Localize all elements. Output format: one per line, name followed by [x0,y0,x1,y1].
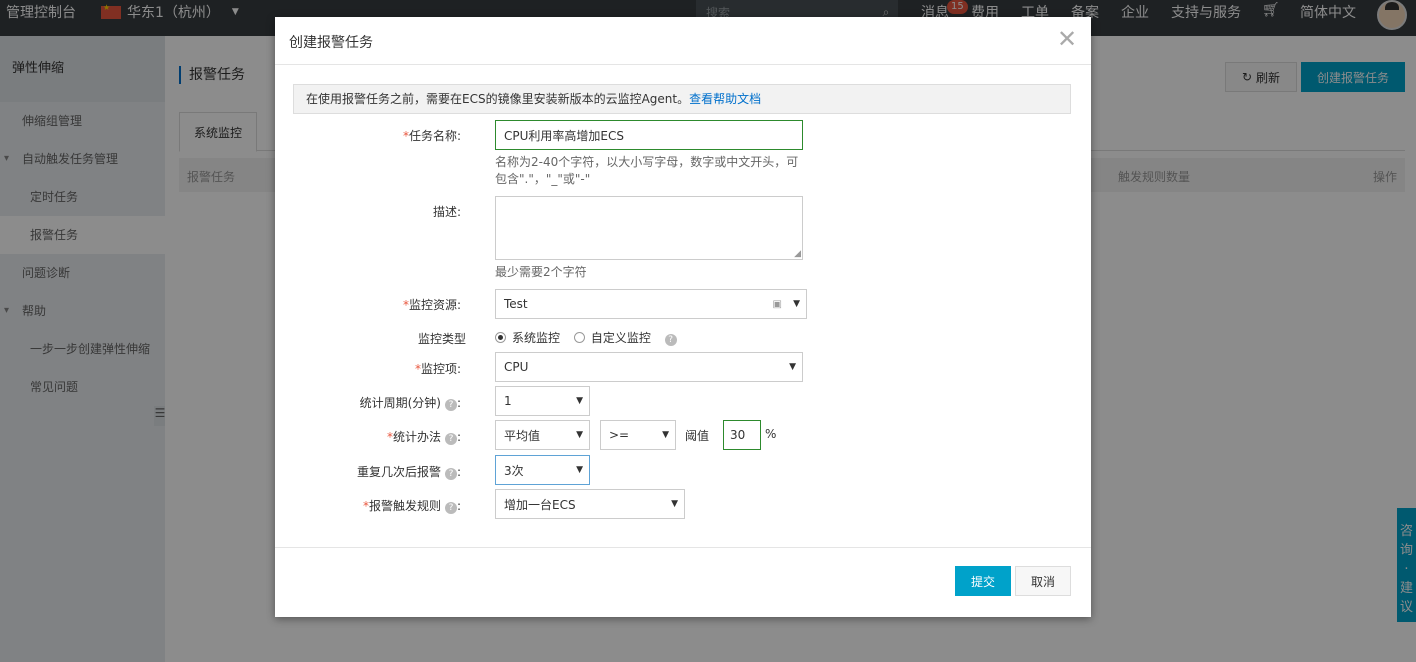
calendar-icon: ▣ [772,298,782,310]
threshold-unit: % [765,427,777,441]
monitor-type-label: 监控类型 [417,332,466,346]
task-name-hint: 名称为2-40个字符，以大小写字母，数字或中文开头，可 包含"."，"_"或"-… [495,155,799,186]
help-doc-link[interactable]: 查看帮助文档 [689,92,761,106]
create-alarm-task-dialog: 创建报警任务 ✕ 在使用报警任务之前，需要在ECS的镜像里安装新版本的云监控Ag… [275,17,1091,617]
resize-handle-icon[interactable]: ◢ [794,249,801,259]
monitor-resource-label: *监控资源: [402,298,461,312]
dropdown-arrow-icon: ▼ [793,299,800,309]
dropdown-arrow-icon: ▼ [576,430,583,440]
help-icon[interactable]: ? [664,334,677,346]
trigger-rule-value: 增加一台ECS [504,497,576,512]
dropdown-arrow-icon: ▼ [576,465,583,475]
notice-text: 在使用报警任务之前，需要在ECS的镜像里安装新版本的云监控Agent。 [306,92,690,106]
description-label: 描述: [432,205,461,219]
trigger-rule-select[interactable]: 增加一台ECS ▼ [495,489,685,519]
dropdown-arrow-icon: ▼ [662,430,669,440]
dropdown-arrow-icon: ▼ [789,362,796,372]
repeat-count-select[interactable]: 3次 ▼ [495,455,590,485]
period-label: 统计周期(分钟)?: [359,396,461,411]
help-icon[interactable]: ? [444,502,457,514]
monitor-type-radio-group: 系统监控 自定义监控 ? [495,329,677,346]
monitor-resource-select[interactable]: Test ▣ ▼ [495,289,807,319]
dropdown-arrow-icon: ▼ [576,396,583,406]
description-hint: 最少需要2个字符 [495,265,587,279]
help-icon[interactable]: ? [444,468,457,480]
close-icon[interactable]: ✕ [1057,26,1077,52]
radio-system-monitoring[interactable]: 系统监控 [495,331,560,345]
help-icon[interactable]: ? [444,399,457,411]
task-name-input[interactable]: CPU利用率高增加ECS [495,120,803,150]
modal-title: 创建报警任务 [289,35,373,51]
submit-button[interactable]: 提交 [955,566,1011,596]
monitor-item-label: *监控项: [414,362,461,376]
statistic-method-label: *统计办法?: [386,430,461,445]
repeat-count-value: 3次 [504,463,524,478]
radio-custom-monitoring[interactable]: 自定义监控 [573,331,651,345]
agent-notice: 在使用报警任务之前，需要在ECS的镜像里安装新版本的云监控Agent。查看帮助文… [293,84,1071,114]
period-value: 1 [504,394,512,408]
modal-header: 创建报警任务 ✕ [275,17,1091,65]
statistic-method-value: 平均值 [504,428,541,443]
comparison-value: >= [609,428,630,442]
statistic-method-select[interactable]: 平均值 ▼ [495,420,590,450]
description-textarea[interactable]: ◢ [495,196,803,260]
help-icon[interactable]: ? [444,433,457,445]
repeat-count-label: 重复几次后报警?: [356,465,461,480]
trigger-rule-label: *报警触发规则?: [362,499,461,514]
cancel-button[interactable]: 取消 [1015,566,1071,596]
period-select[interactable]: 1 ▼ [495,386,590,416]
monitor-item-value: CPU [504,360,529,374]
threshold-input[interactable]: 30 [723,420,761,450]
task-name-label: *任务名称: [402,129,461,143]
threshold-label: 阈值 [685,429,710,443]
monitor-item-select[interactable]: CPU ▼ [495,352,803,382]
comparison-select[interactable]: >= ▼ [600,420,676,450]
monitor-resource-value: Test [504,297,528,311]
dropdown-arrow-icon: ▼ [671,499,678,509]
